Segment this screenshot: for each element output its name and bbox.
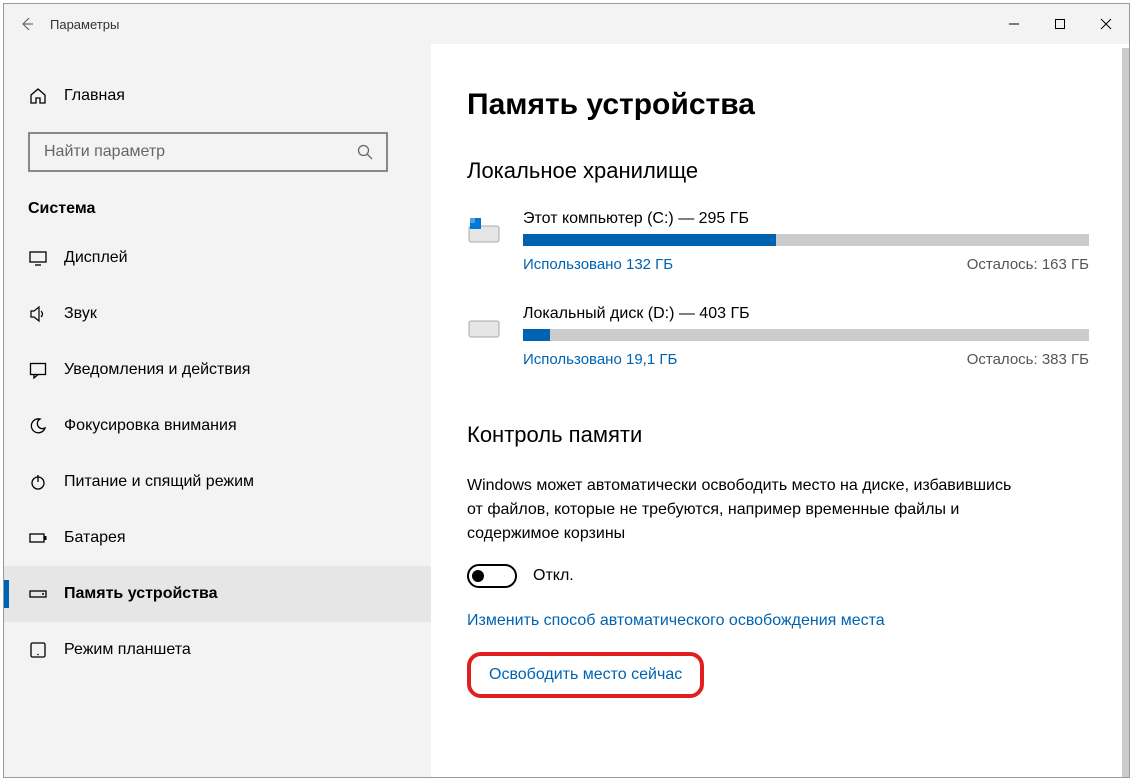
sidebar-item-label: Уведомления и действия bbox=[64, 361, 250, 379]
battery-icon bbox=[28, 528, 64, 548]
window-title: Параметры bbox=[50, 17, 119, 32]
storage-sense-desc: Windows может автоматически освободить м… bbox=[467, 474, 1027, 546]
drive-icon bbox=[28, 584, 64, 604]
search-input[interactable] bbox=[42, 142, 356, 162]
home-icon bbox=[28, 86, 64, 106]
page-heading: Память устройства bbox=[467, 88, 1089, 122]
free-space-now-highlight: Освободить место сейчас bbox=[467, 652, 704, 698]
sidebar-item-label: Батарея bbox=[64, 529, 126, 547]
section-local-storage: Локальное хранилище bbox=[467, 158, 1089, 184]
disk-c-icon bbox=[467, 210, 523, 273]
moon-icon bbox=[28, 416, 64, 436]
close-button[interactable] bbox=[1083, 4, 1129, 44]
toggle-state-label: Откл. bbox=[533, 567, 574, 585]
sidebar-item-label: Звук bbox=[64, 305, 97, 323]
storage-sense-toggle[interactable] bbox=[467, 564, 517, 588]
home-link[interactable]: Главная bbox=[4, 68, 431, 124]
sidebar-item-focus[interactable]: Фокусировка внимания bbox=[4, 398, 431, 454]
sidebar-item-label: Фокусировка внимания bbox=[64, 417, 237, 435]
tablet-icon bbox=[28, 640, 64, 660]
drive-title: Этот компьютер (C:) — 295 ГБ bbox=[523, 210, 1089, 228]
sidebar-item-label: Память устройства bbox=[64, 585, 218, 603]
sidebar-item-label: Дисплей bbox=[64, 249, 128, 267]
power-icon bbox=[28, 472, 64, 492]
free-space-now-link[interactable]: Освободить место сейчас bbox=[489, 666, 682, 684]
drive-remaining: Осталось: 383 ГБ bbox=[967, 351, 1089, 368]
back-button[interactable] bbox=[4, 4, 50, 44]
sidebar-item-display[interactable]: Дисплей bbox=[4, 230, 431, 286]
drive-used: Использовано 132 ГБ bbox=[523, 256, 673, 273]
category-label: Система bbox=[4, 190, 431, 230]
drive-c[interactable]: Этот компьютер (C:) — 295 ГБ Использован… bbox=[467, 210, 1089, 273]
monitor-icon bbox=[28, 248, 64, 268]
sidebar-item-label: Режим планшета bbox=[64, 641, 191, 659]
drive-title: Локальный диск (D:) — 403 ГБ bbox=[523, 305, 1089, 323]
drive-bar bbox=[523, 234, 1089, 246]
chat-icon bbox=[28, 360, 64, 380]
sidebar-item-storage[interactable]: Память устройства bbox=[4, 566, 431, 622]
minimize-button[interactable] bbox=[991, 4, 1037, 44]
disk-d-icon bbox=[467, 305, 523, 368]
sidebar-item-notifications[interactable]: Уведомления и действия bbox=[4, 342, 431, 398]
drive-used: Использовано 19,1 ГБ bbox=[523, 351, 677, 368]
section-storage-sense: Контроль памяти bbox=[467, 422, 1089, 448]
content-pane: Память устройства Локальное хранилище Эт… bbox=[431, 44, 1129, 777]
speaker-icon bbox=[28, 304, 64, 324]
sidebar-item-power[interactable]: Питание и спящий режим bbox=[4, 454, 431, 510]
sidebar-item-label: Питание и спящий режим bbox=[64, 473, 254, 491]
maximize-button[interactable] bbox=[1037, 4, 1083, 44]
sidebar-item-sound[interactable]: Звук bbox=[4, 286, 431, 342]
drive-d[interactable]: Локальный диск (D:) — 403 ГБ Использован… bbox=[467, 305, 1089, 368]
sidebar: Главная Система Дисплей Звук Уведомления… bbox=[4, 44, 431, 777]
change-auto-free-link[interactable]: Изменить способ автоматического освобожд… bbox=[467, 612, 885, 630]
drive-bar bbox=[523, 329, 1089, 341]
search-icon bbox=[356, 143, 374, 161]
search-box[interactable] bbox=[28, 132, 388, 172]
sidebar-item-battery[interactable]: Батарея bbox=[4, 510, 431, 566]
home-label: Главная bbox=[64, 87, 125, 105]
scrollbar[interactable] bbox=[1122, 48, 1129, 777]
sidebar-item-tablet[interactable]: Режим планшета bbox=[4, 622, 431, 678]
drive-remaining: Осталось: 163 ГБ bbox=[967, 256, 1089, 273]
